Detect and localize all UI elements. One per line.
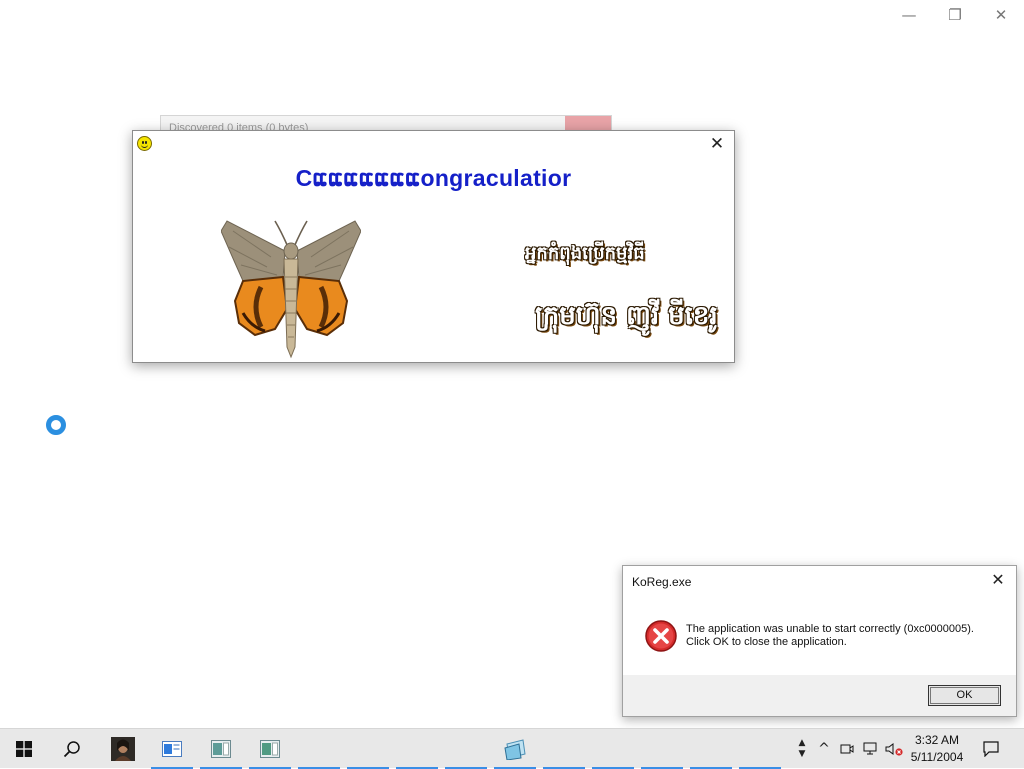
error-dialog: KoReg.exe ✕ The application was unable t…	[622, 565, 1017, 717]
clock-date: 5/11/2004	[910, 750, 964, 764]
error-message: The application was unable to start corr…	[686, 623, 974, 649]
taskbar-app-12[interactable]	[688, 729, 734, 769]
taskbar-app-10[interactable]	[590, 729, 636, 769]
minimize-button[interactable]: —	[886, 0, 932, 30]
khmer-text-line-1: អ្នកកំពុងប្រើកម្មវិធី	[525, 243, 645, 264]
scroll-down-icon[interactable]: ▼	[799, 749, 806, 760]
chevron-up-icon[interactable]: ^	[815, 729, 833, 769]
error-message-line-2: Click OK to close the application.	[686, 636, 847, 648]
smiley-icon	[137, 136, 152, 151]
error-dialog-footer: OK	[623, 675, 1016, 716]
restore-button[interactable]: ❐	[932, 0, 978, 30]
loading-spinner-icon	[46, 415, 66, 435]
error-dialog-title: KoReg.exe	[632, 575, 692, 589]
network-icon[interactable]	[861, 729, 881, 769]
volume-muted-icon[interactable]	[884, 729, 904, 769]
error-dialog-close-button[interactable]: ✕	[988, 570, 1008, 590]
registry-app-icon	[504, 739, 526, 760]
congratulations-dialog: ✕ Cແແແແແແແongraculatior អ្នកកំពុងប្រើកម្…	[132, 130, 735, 363]
start-button[interactable]	[0, 729, 48, 769]
clock-time: 3:32 AM	[914, 733, 960, 747]
taskbar-app-13[interactable]	[737, 729, 783, 769]
taskbar-app-4[interactable]	[296, 729, 342, 769]
taskbar: ▲ ▼ ^ 3:32 AM 5/11/2004	[0, 728, 1024, 769]
search-icon	[63, 741, 80, 758]
search-button[interactable]	[48, 729, 96, 769]
taskbar-app-7[interactable]	[443, 729, 489, 769]
ok-button[interactable]: OK	[928, 685, 1001, 706]
khmer-text-line-2: ក្រុមហ៊ុន ញូវី មីខេរូ	[535, 301, 718, 331]
error-icon	[645, 620, 677, 652]
action-center-icon[interactable]	[980, 729, 1002, 769]
clock[interactable]: 3:32 AM 5/11/2004	[904, 732, 970, 766]
taskbar-app-photo[interactable]	[100, 729, 146, 769]
meet-now-icon[interactable]	[838, 729, 856, 769]
taskbar-app-5[interactable]	[345, 729, 391, 769]
window-app-icon	[162, 741, 182, 757]
dialog-app-icon	[211, 740, 231, 758]
taskbar-app-8[interactable]	[492, 729, 538, 769]
windows-logo-icon	[16, 741, 32, 757]
butterfly-image	[221, 220, 361, 359]
taskbar-app-2[interactable]	[198, 729, 244, 769]
taskbar-app-6[interactable]	[394, 729, 440, 769]
taskbar-app-3[interactable]	[247, 729, 293, 769]
taskbar-app-11[interactable]	[639, 729, 685, 769]
error-message-line-1: The application was unable to start corr…	[686, 623, 974, 635]
taskbar-app-1[interactable]	[149, 729, 195, 769]
taskbar-scroll[interactable]: ▲ ▼	[794, 729, 810, 769]
congrats-headline: Cແແແແແແແongraculatior	[295, 165, 572, 191]
taskbar-app-9[interactable]	[541, 729, 587, 769]
dialog-app-icon	[260, 740, 280, 758]
close-button[interactable]: ✕	[978, 0, 1024, 30]
window-caption-controls: — ❐ ✕	[886, 0, 1024, 30]
congrats-close-button[interactable]: ✕	[706, 133, 728, 155]
portrait-app-icon	[111, 737, 135, 761]
scroll-up-icon[interactable]: ▲	[799, 738, 806, 749]
